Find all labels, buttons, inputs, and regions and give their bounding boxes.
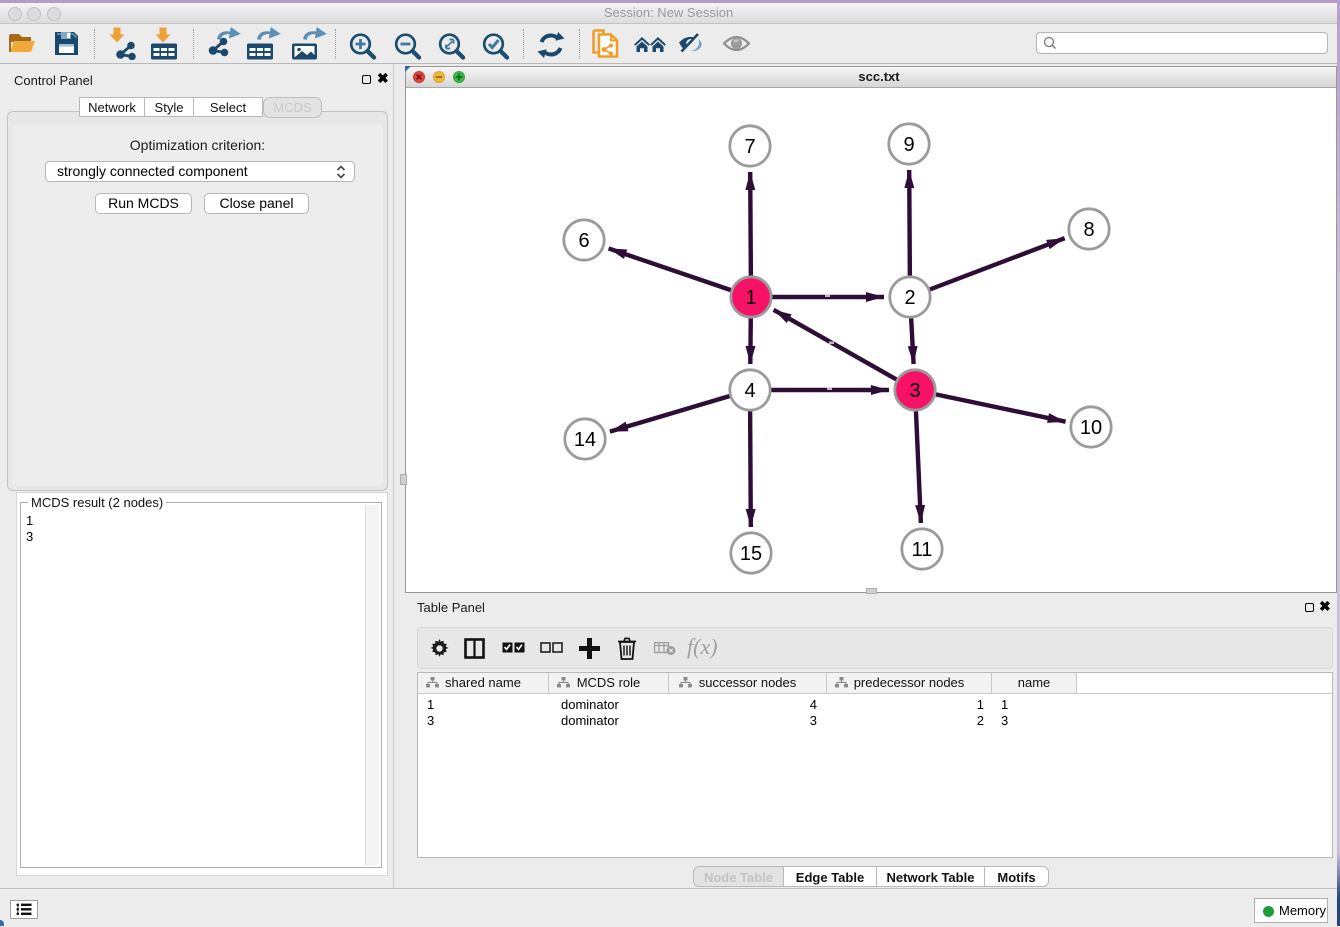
svg-text:11: 11 — [912, 539, 933, 561]
svg-text:10: 10 — [1080, 417, 1102, 439]
svg-text:4: 4 — [744, 380, 755, 402]
svg-text:7: 7 — [744, 136, 755, 158]
svg-text:2: 2 — [904, 287, 915, 309]
svg-text:1: 1 — [745, 287, 756, 309]
svg-text:8: 8 — [1083, 219, 1094, 241]
svg-text:15: 15 — [740, 543, 762, 565]
svg-text:6: 6 — [578, 230, 589, 252]
svg-text:3: 3 — [909, 380, 920, 402]
svg-text:9: 9 — [903, 134, 914, 156]
svg-text:14: 14 — [574, 429, 596, 451]
